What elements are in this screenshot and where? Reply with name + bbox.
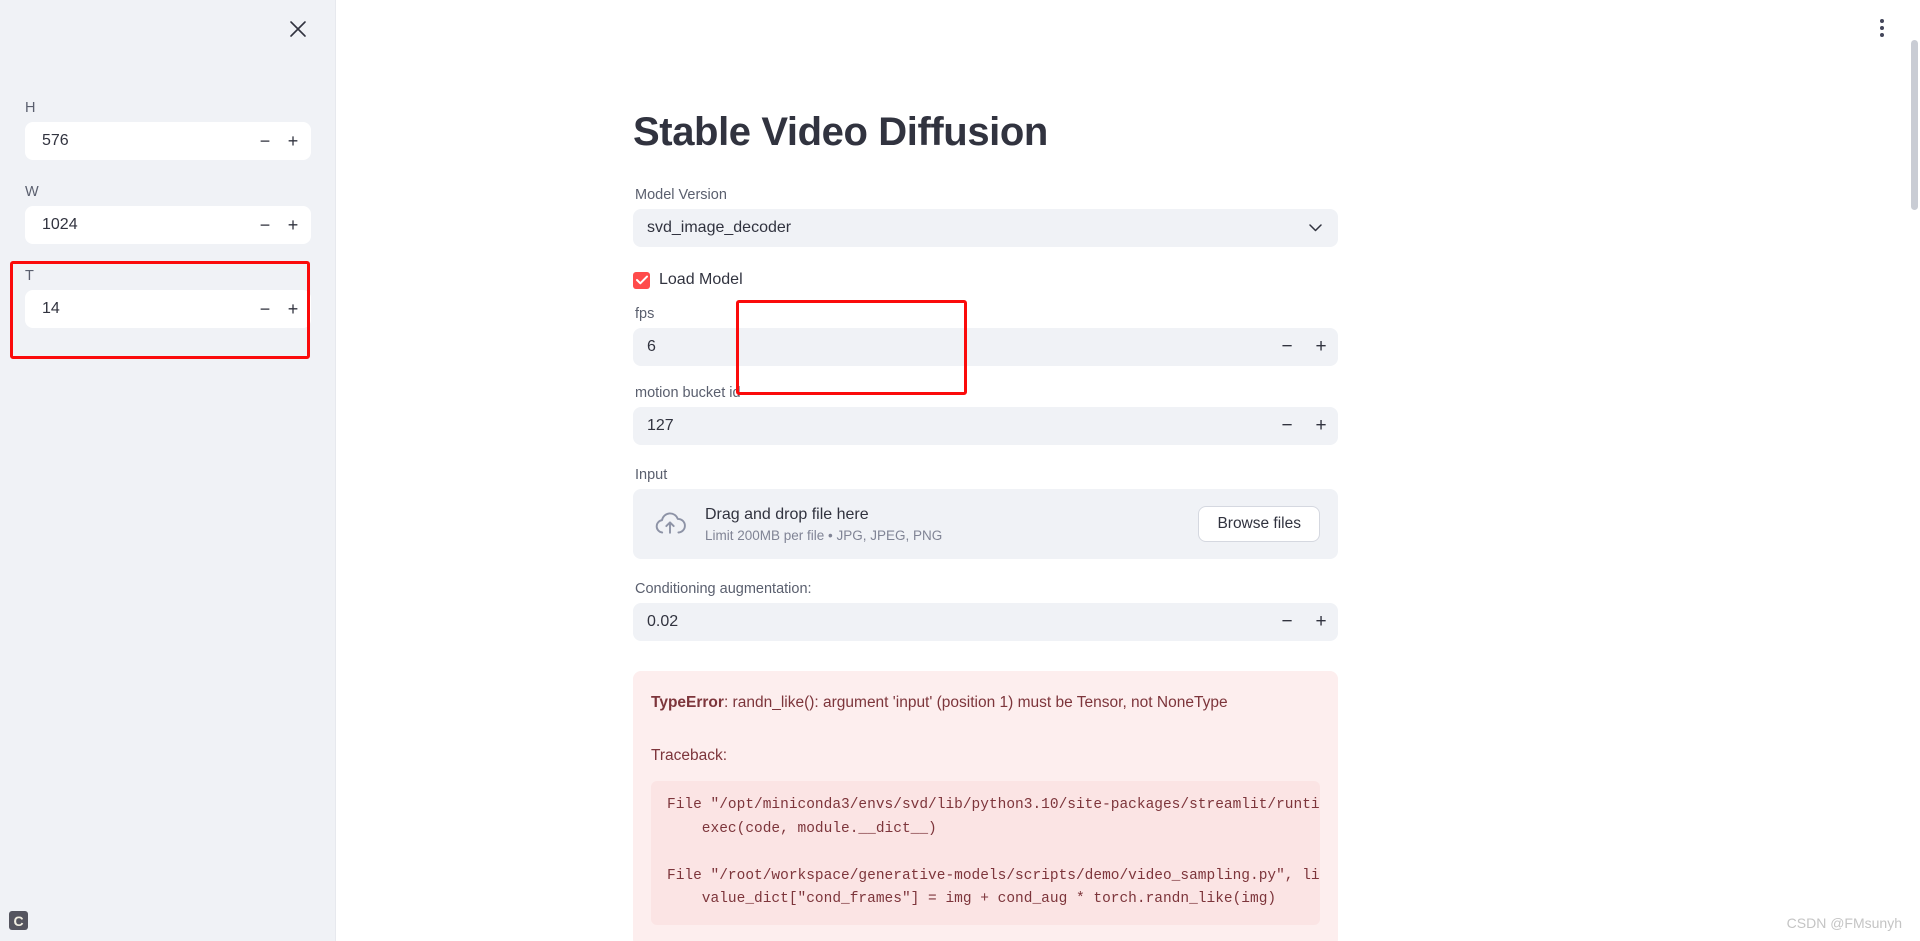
conditioning-augmentation-input[interactable]: 0.02 − + (633, 603, 1338, 641)
field-t: T 14 − + (25, 268, 311, 328)
model-version-select[interactable]: svd_image_decoder (633, 209, 1338, 247)
field-t-minus-button[interactable]: − (250, 291, 280, 327)
file-uploader-dropzone[interactable]: Drag and drop file here Limit 200MB per … (633, 489, 1338, 559)
traceback-label: Traceback: (651, 747, 728, 765)
field-h-input[interactable]: 576 − + (25, 122, 311, 160)
motion-bucket-id-plus-button[interactable]: + (1304, 407, 1338, 445)
motion-bucket-id-minus-button[interactable]: − (1270, 407, 1304, 445)
load-model-row[interactable]: Load Model (633, 271, 1338, 289)
fps-input[interactable]: 6 − + (633, 328, 1338, 366)
page-title: Stable Video Diffusion (633, 110, 1048, 154)
field-w-minus-button[interactable]: − (250, 207, 280, 243)
field-h: H 576 − + (25, 100, 311, 160)
conditioning-augmentation-value[interactable]: 0.02 (633, 613, 1270, 631)
field-w-plus-button[interactable]: + (280, 207, 310, 243)
field-w-input[interactable]: 1024 − + (25, 206, 311, 244)
check-icon (635, 275, 648, 285)
conditioning-augmentation-minus-button[interactable]: − (1270, 603, 1304, 641)
error-message: : randn_like(): argument 'input' (positi… (723, 694, 1228, 711)
conditioning-augmentation-plus-button[interactable]: + (1304, 603, 1338, 641)
load-model-label: Load Model (659, 271, 743, 288)
field-h-value[interactable]: 576 (26, 132, 250, 150)
field-w: W 1024 − + (25, 184, 311, 244)
error-type: TypeError (651, 694, 724, 711)
field-t-label: T (25, 268, 34, 284)
load-model-checkbox[interactable] (633, 271, 650, 289)
model-version-value: svd_image_decoder (647, 219, 792, 236)
fps-plus-button[interactable]: + (1304, 328, 1338, 366)
chevron-down-icon[interactable] (1309, 224, 1338, 232)
motion-bucket-id-input[interactable]: 127 − + (633, 407, 1338, 445)
conditioning-augmentation-label: Conditioning augmentation: (635, 581, 812, 597)
form-column: Stable Video Diffusion Model Version svd… (633, 0, 1338, 941)
fps-minus-button[interactable]: − (1270, 328, 1304, 366)
input-field: Input Drag and drop file here Limit 200M… (633, 467, 1338, 559)
browse-files-button[interactable]: Browse files (1198, 506, 1320, 542)
motion-bucket-id-field: motion bucket id 127 − + (633, 385, 1338, 445)
field-w-value[interactable]: 1024 (26, 216, 250, 234)
app-logo-letter: C (13, 912, 24, 929)
cloud-upload-icon (651, 505, 689, 543)
fps-label: fps (635, 306, 655, 322)
model-version-field: Model Version svd_image_decoder (633, 187, 1338, 247)
app-logo: C (9, 911, 28, 930)
field-w-label: W (25, 184, 39, 200)
model-version-label: Model Version (635, 187, 727, 203)
error-message-line: TypeError: randn_like(): argument 'input… (651, 691, 1320, 714)
uploader-limit-text: Limit 200MB per file • JPG, JPEG, PNG (705, 527, 943, 543)
motion-bucket-id-label: motion bucket id (635, 385, 741, 401)
main-scrollbar-thumb[interactable] (1911, 40, 1918, 210)
field-h-plus-button[interactable]: + (280, 123, 310, 159)
conditioning-augmentation-field: Conditioning augmentation: 0.02 − + (633, 581, 1338, 641)
uploader-texts: Drag and drop file here Limit 200MB per … (705, 506, 1182, 543)
field-h-label: H (25, 100, 36, 116)
field-t-plus-button[interactable]: + (280, 291, 310, 327)
motion-bucket-id-value[interactable]: 127 (633, 417, 1270, 435)
watermark: CSDN @FMsunyh (1786, 915, 1902, 931)
close-icon[interactable] (283, 14, 313, 44)
field-t-value[interactable]: 14 (26, 300, 250, 318)
input-label: Input (635, 467, 668, 483)
main-scrollbar[interactable] (1910, 0, 1920, 941)
field-h-minus-button[interactable]: − (250, 123, 280, 159)
main-panel: Stable Video Diffusion Model Version svd… (336, 0, 1920, 941)
fps-value[interactable]: 6 (633, 338, 1270, 356)
error-panel: TypeError: randn_like(): argument 'input… (633, 671, 1338, 941)
sidebar: H 576 − + W 1024 − + T 14 − + C (0, 0, 336, 941)
uploader-drag-text: Drag and drop file here (705, 505, 869, 523)
field-t-input[interactable]: 14 − + (25, 290, 311, 328)
fps-field: fps 6 − + (633, 306, 1338, 366)
app-root: H 576 − + W 1024 − + T 14 − + C Stable V… (0, 0, 1920, 941)
traceback-code: File "/opt/miniconda3/envs/svd/lib/pytho… (651, 781, 1320, 925)
kebab-menu-icon[interactable] (1870, 14, 1894, 42)
